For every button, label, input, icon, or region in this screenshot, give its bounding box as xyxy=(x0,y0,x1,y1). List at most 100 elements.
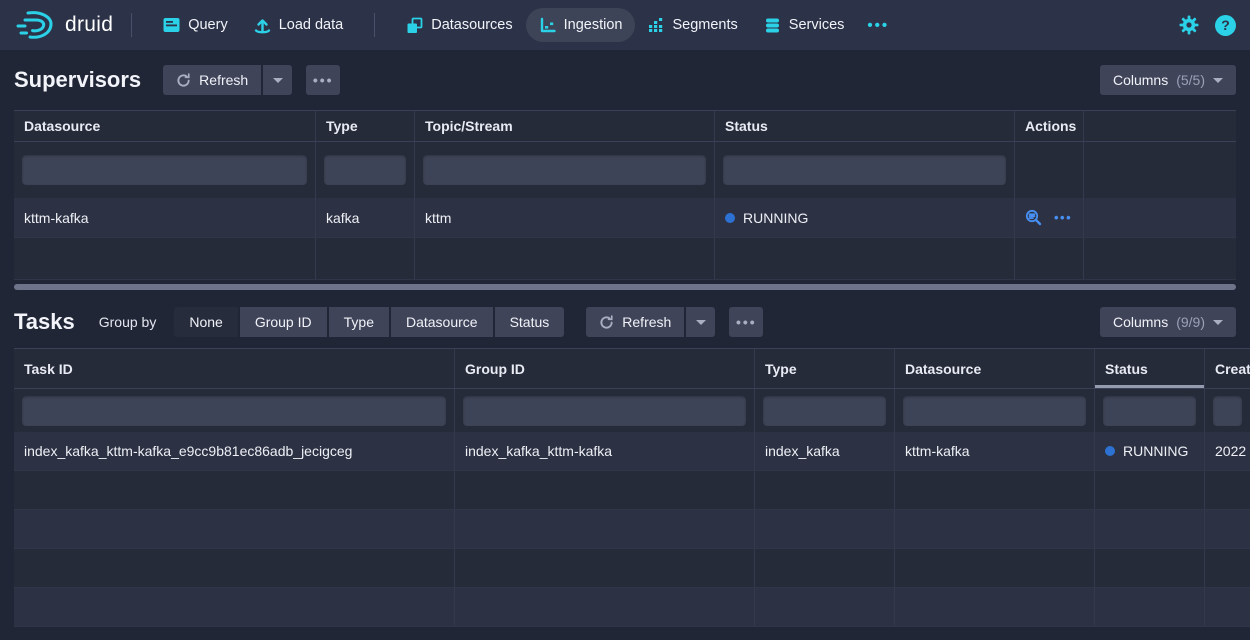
empty-cell xyxy=(895,549,1095,587)
task-id: index_kafka_kttm-kafka_e9cc9b81ec86adb_j… xyxy=(14,432,455,470)
col-header-group-id[interactable]: Group ID xyxy=(455,349,755,388)
chevron-down-icon xyxy=(696,320,706,325)
tasks-columns-button[interactable]: Columns (9/9) xyxy=(1100,307,1236,337)
tasks-filter-group-id[interactable] xyxy=(463,396,746,426)
col-header-task-id[interactable]: Task ID xyxy=(14,349,455,388)
tasks-filter-type[interactable] xyxy=(763,396,886,426)
group-by-type-button[interactable]: Type xyxy=(329,307,389,337)
nav-more-icon[interactable]: ••• xyxy=(857,17,899,34)
tasks-more-button[interactable]: ••• xyxy=(729,307,763,337)
empty-cell xyxy=(455,510,755,548)
filter-cell xyxy=(1205,389,1250,432)
group-by-status-button[interactable]: Status xyxy=(495,307,565,337)
columns-count: (9/9) xyxy=(1176,314,1205,330)
empty-cell xyxy=(14,471,455,509)
empty-cell xyxy=(455,549,755,587)
empty-cell xyxy=(14,549,455,587)
col-header-type[interactable]: Type xyxy=(316,111,415,141)
nav-item-datasources[interactable]: Datasources xyxy=(393,8,525,42)
filter-cell xyxy=(415,142,715,198)
refresh-label: Refresh xyxy=(199,72,248,88)
supervisor-topic: kttm xyxy=(415,198,715,237)
task-row[interactable]: index_kafka_kttm-kafka_e9cc9b81ec86adb_j… xyxy=(14,432,1250,471)
empty-cell xyxy=(1205,588,1250,626)
empty-cell xyxy=(1095,471,1205,509)
supervisors-title: Supervisors xyxy=(14,67,141,93)
supervisors-refresh-button[interactable]: Refresh xyxy=(163,65,261,95)
supervisors-refresh-caret-button[interactable] xyxy=(263,65,292,95)
ingestion-icon xyxy=(539,17,556,34)
col-header-status-sorted[interactable]: Status xyxy=(1095,349,1205,388)
supervisors-filter-datasource[interactable] xyxy=(22,155,307,185)
empty-row xyxy=(14,588,1250,627)
supervisors-filter-topic-stream[interactable] xyxy=(423,155,706,185)
segments-icon xyxy=(648,17,664,33)
empty-cell xyxy=(14,238,316,279)
nav-item-query[interactable]: Query xyxy=(150,8,241,42)
nav-item-services[interactable]: Services xyxy=(751,8,858,42)
empty-cell xyxy=(715,238,1015,279)
empty-cell xyxy=(895,510,1095,548)
inspect-payload-icon[interactable] xyxy=(1025,209,1042,226)
brand-name: druid xyxy=(65,13,113,37)
group-by-group-id-button[interactable]: Group ID xyxy=(240,307,327,337)
druid-logo[interactable]: druid xyxy=(14,9,113,41)
datasources-icon xyxy=(406,17,423,34)
tasks-filter-datasource[interactable] xyxy=(903,396,1086,426)
tasks-filter-created-time[interactable] xyxy=(1213,396,1242,426)
help-icon[interactable]: ? xyxy=(1215,15,1236,36)
status-label: RUNNING xyxy=(743,210,808,226)
row-more-actions-icon[interactable]: ••• xyxy=(1054,210,1072,225)
query-icon xyxy=(163,17,180,33)
nav-item-ingestion[interactable]: Ingestion xyxy=(526,8,636,42)
empty-cell xyxy=(895,471,1095,509)
col-header-datasource[interactable]: Datasource xyxy=(895,349,1095,388)
nav-item-label: Segments xyxy=(672,17,737,33)
supervisors-table: Datasource Type Topic/Stream Status Acti… xyxy=(14,110,1236,280)
gear-icon[interactable] xyxy=(1179,15,1199,35)
supervisors-filter-type[interactable] xyxy=(324,155,406,185)
upload-icon xyxy=(254,17,271,34)
filter-cell xyxy=(316,142,415,198)
empty-cell xyxy=(1095,588,1205,626)
col-header-status[interactable]: Status xyxy=(715,111,1015,141)
status-label: RUNNING xyxy=(1123,443,1188,459)
supervisors-filter-status[interactable] xyxy=(723,155,1006,185)
tasks-filter-status[interactable] xyxy=(1103,396,1196,426)
top-nav: druid Query Load data Datasources Ingest… xyxy=(0,0,1250,50)
supervisors-filter-row xyxy=(14,142,1236,198)
group-by-datasource-button[interactable]: Datasource xyxy=(391,307,493,337)
tasks-filter-task-id[interactable] xyxy=(22,396,446,426)
supervisor-actions: ••• xyxy=(1015,198,1084,237)
filter-cell xyxy=(14,142,316,198)
group-by-label: Group by xyxy=(99,314,157,330)
tasks-refresh-button[interactable]: Refresh xyxy=(586,307,684,337)
group-by-segmented-control: None Group ID Type Datasource Status xyxy=(174,307,564,337)
supervisors-more-button[interactable]: ••• xyxy=(306,65,340,95)
task-group-id: index_kafka_kttm-kafka xyxy=(455,432,755,470)
empty-cell xyxy=(895,588,1095,626)
refresh-icon xyxy=(599,315,614,330)
filter-cell xyxy=(1095,389,1205,432)
col-header-datasource[interactable]: Datasource xyxy=(14,111,316,141)
group-by-none-button[interactable]: None xyxy=(174,307,237,337)
empty-cell xyxy=(1205,549,1250,587)
col-header-type[interactable]: Type xyxy=(755,349,895,388)
status-dot xyxy=(1105,446,1115,456)
supervisors-header: Supervisors Refresh ••• Columns (5/5) xyxy=(0,50,1250,110)
supervisor-row[interactable]: kttm-kafka kafka kttm RUNNING ••• xyxy=(14,198,1236,238)
nav-divider xyxy=(131,13,132,37)
supervisors-columns-button[interactable]: Columns (5/5) xyxy=(1100,65,1236,95)
tasks-refresh-caret-button[interactable] xyxy=(686,307,715,337)
nav-item-segments[interactable]: Segments xyxy=(635,8,750,42)
columns-count: (5/5) xyxy=(1176,72,1205,88)
task-datasource: kttm-kafka xyxy=(895,432,1095,470)
empty-cell xyxy=(1084,238,1236,279)
empty-cell xyxy=(1205,471,1250,509)
col-header-topic-stream[interactable]: Topic/Stream xyxy=(415,111,715,141)
refresh-icon xyxy=(176,73,191,88)
nav-item-load-data[interactable]: Load data xyxy=(241,8,357,42)
col-header-created-time[interactable]: Created time xyxy=(1205,349,1250,388)
tasks-table-head: Task ID Group ID Type Datasource Status … xyxy=(14,349,1250,389)
nav-item-label: Datasources xyxy=(431,17,512,33)
